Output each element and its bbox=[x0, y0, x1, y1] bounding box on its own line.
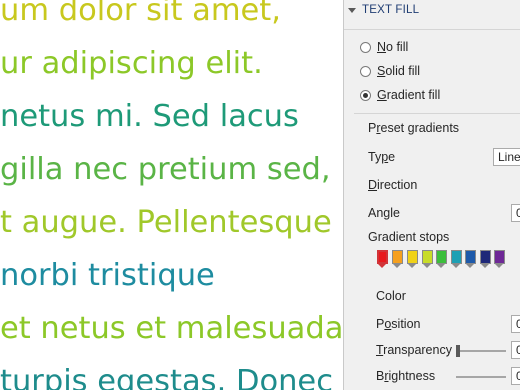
document-line[interactable]: et netus et malesuada bbox=[0, 311, 343, 346]
radio-solid-fill[interactable]: Solid fill bbox=[360, 62, 420, 80]
gradient-stops-label: Gradient stops bbox=[368, 230, 450, 244]
format-shape-pane: TEXT FILL No fill Solid fill Gradient fi… bbox=[343, 0, 520, 390]
document-line[interactable]: ur adipiscing elit. bbox=[0, 46, 263, 81]
section-divider bbox=[344, 29, 520, 30]
gradient-stop-pointer bbox=[436, 263, 446, 268]
document-line[interactable]: t augue. Pellentesque bbox=[0, 205, 332, 240]
gradient-stop-marker[interactable] bbox=[451, 250, 462, 268]
document-text-run[interactable]: um dolor sit amet, bbox=[0, 0, 281, 28]
radio-gradient-fill-label[interactable]: Gradient fill bbox=[377, 88, 440, 102]
transparency-label: Transparency bbox=[376, 343, 452, 357]
document-text-run[interactable]: netus mi. Sed lacus bbox=[0, 99, 299, 134]
gradient-stop-swatch bbox=[451, 250, 462, 264]
preset-gradients-label[interactable]: Preset gradients bbox=[368, 121, 459, 135]
radio-button-icon[interactable] bbox=[360, 65, 371, 77]
section-title-text-fill[interactable]: TEXT FILL bbox=[362, 4, 419, 16]
angle-input[interactable]: 0 bbox=[511, 204, 520, 222]
gradient-stop-swatch bbox=[407, 250, 418, 264]
gradient-stop-pointer bbox=[494, 263, 504, 268]
position-input[interactable]: 0 bbox=[511, 315, 520, 333]
radio-solid-fill-label[interactable]: Solid fill bbox=[377, 64, 420, 78]
gradient-stop-pointer bbox=[407, 263, 417, 268]
document-line[interactable]: turpis egestas. Donec bbox=[0, 364, 333, 390]
document-text-run[interactable]: gilla nec pretium sed, bbox=[0, 152, 331, 187]
document-text-run[interactable]: turpis egestas. Donec bbox=[0, 364, 333, 390]
gradient-stop-marker[interactable] bbox=[377, 250, 388, 268]
document-text-run[interactable]: norbi tristique bbox=[0, 258, 215, 293]
document-line[interactable]: netus mi. Sed lacus bbox=[0, 99, 299, 134]
gradient-stop-marker[interactable] bbox=[480, 250, 491, 268]
radio-no-fill-label[interactable]: No fill bbox=[377, 40, 408, 54]
angle-label: Angle bbox=[368, 206, 400, 220]
document-canvas[interactable]: um dolor sit amet, ur adipiscing elit. net… bbox=[0, 0, 343, 390]
gradient-stop-pointer bbox=[422, 263, 432, 268]
brightness-input[interactable]: 0 bbox=[511, 367, 520, 385]
transparency-slider-thumb[interactable] bbox=[456, 345, 460, 357]
gradient-stop-marker[interactable] bbox=[407, 250, 418, 268]
gradient-stop-pointer bbox=[480, 263, 490, 268]
document-text-run[interactable]: t augue. Pellentesque bbox=[0, 205, 332, 240]
gradient-stop-marker[interactable] bbox=[465, 250, 476, 268]
gradient-stop-marker[interactable] bbox=[392, 250, 403, 268]
gradient-stop-swatch bbox=[377, 250, 388, 264]
gradient-stop-swatch bbox=[494, 250, 505, 264]
gradient-stop-pointer bbox=[377, 263, 387, 268]
gradient-stop-swatch bbox=[392, 250, 403, 264]
document-line[interactable]: gilla nec pretium sed, bbox=[0, 152, 331, 187]
document-line[interactable]: um dolor sit amet, bbox=[0, 0, 281, 27]
brightness-slider[interactable] bbox=[456, 376, 506, 378]
gradient-stop-pointer bbox=[465, 263, 475, 268]
subsection-divider bbox=[354, 113, 520, 114]
radio-button-icon[interactable] bbox=[360, 41, 371, 53]
type-dropdown[interactable]: Linear bbox=[493, 148, 520, 166]
gradient-stop-pointer bbox=[451, 263, 461, 268]
position-label: Position bbox=[376, 317, 421, 331]
gradient-stop-swatch bbox=[422, 250, 433, 264]
transparency-slider[interactable] bbox=[456, 350, 506, 352]
gradient-stop-swatch bbox=[436, 250, 447, 264]
radio-no-fill[interactable]: No fill bbox=[360, 38, 408, 56]
gradient-stop-pointer bbox=[392, 263, 402, 268]
radio-button-checked-icon[interactable] bbox=[360, 89, 371, 101]
document-text-run[interactable]: ur adipiscing elit. bbox=[0, 46, 263, 81]
type-label: Type bbox=[368, 150, 396, 164]
color-label: Color bbox=[376, 289, 406, 303]
document-text-run[interactable]: et netus et malesuada bbox=[0, 311, 343, 346]
gradient-stop-marker[interactable] bbox=[494, 250, 505, 268]
gradient-stop-marker[interactable] bbox=[436, 250, 447, 268]
gradient-stops-bar[interactable] bbox=[377, 250, 520, 272]
radio-gradient-fill[interactable]: Gradient fill bbox=[360, 86, 440, 104]
gradient-stop-swatch bbox=[480, 250, 491, 264]
brightness-label: Brightness bbox=[376, 369, 436, 383]
gradient-stop-swatch bbox=[465, 250, 476, 264]
direction-label[interactable]: Direction bbox=[368, 178, 417, 192]
collapse-triangle-icon[interactable] bbox=[348, 8, 356, 13]
gradient-stop-marker[interactable] bbox=[422, 250, 433, 268]
transparency-input[interactable]: 0 bbox=[511, 341, 520, 359]
document-line[interactable]: norbi tristique bbox=[0, 258, 215, 293]
